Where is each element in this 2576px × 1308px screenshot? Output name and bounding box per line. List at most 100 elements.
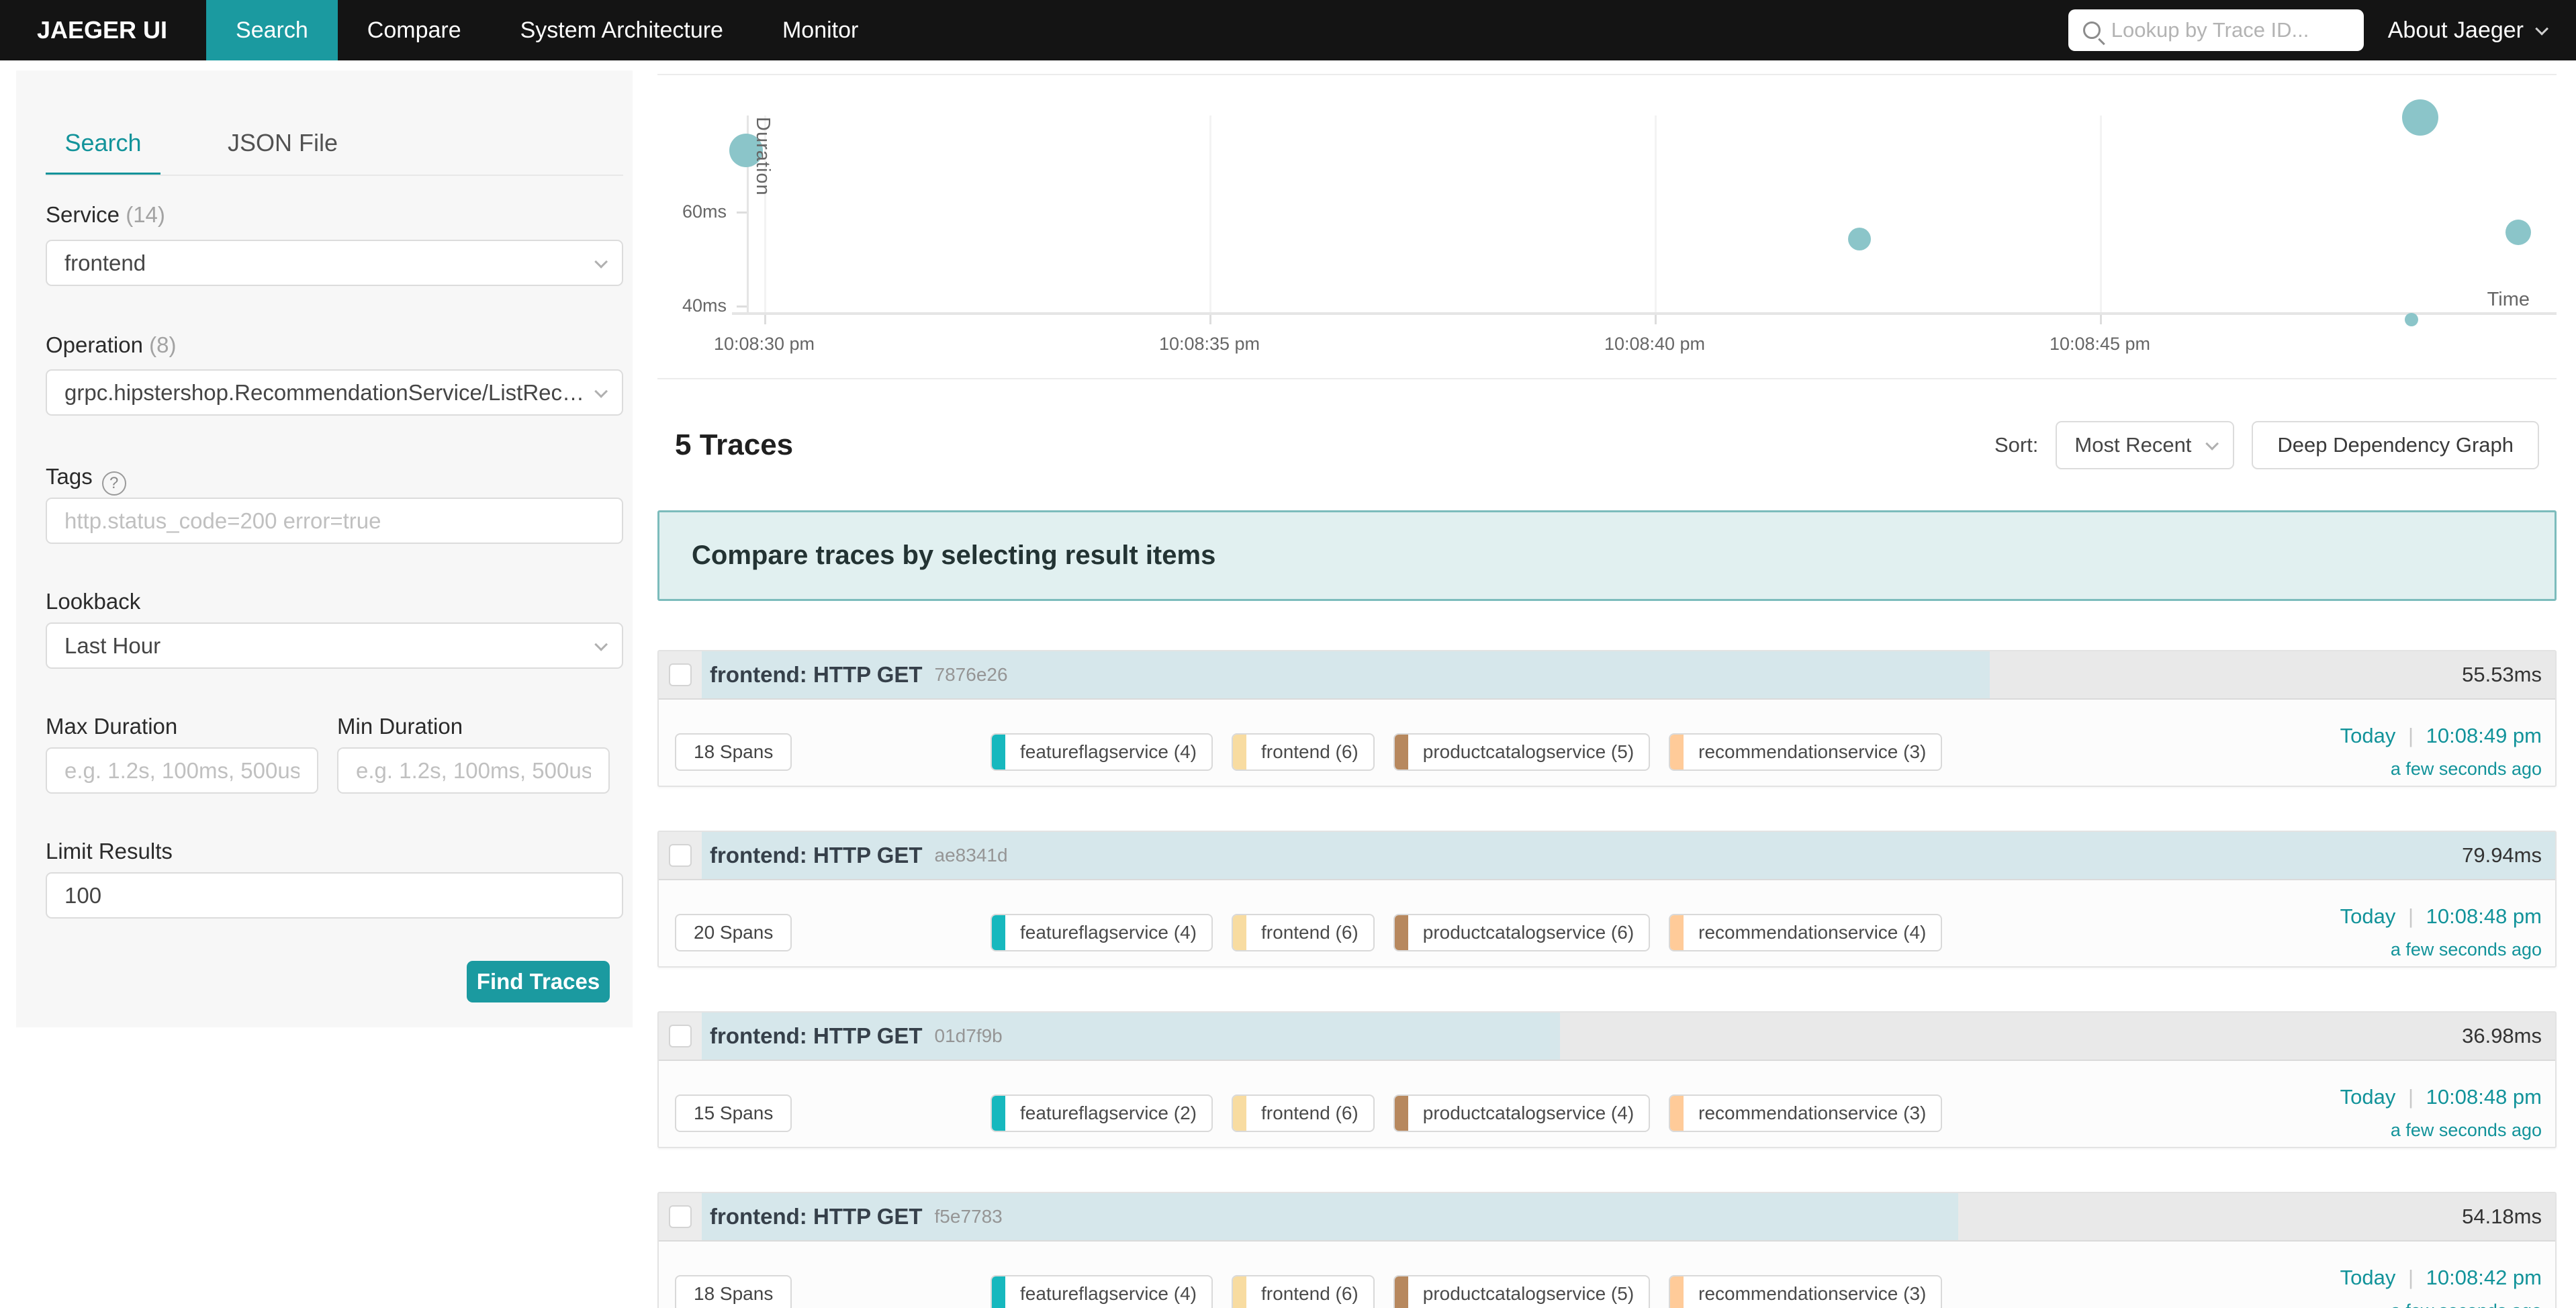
trace-select-checkbox[interactable] xyxy=(669,844,692,867)
trace-scatter-point[interactable] xyxy=(2402,99,2438,136)
results-header: 5 Traces Sort: Most Recent Deep Dependen… xyxy=(657,379,2557,510)
trace-result-card[interactable]: frontend: HTTP GET 7876e26 55.53ms 18 Sp… xyxy=(657,650,2557,787)
main-nav: Search Compare System Architecture Monit… xyxy=(206,0,888,60)
trace-time-links: Today | 10:08:42 pm a few seconds ago xyxy=(2340,1266,2542,1308)
tags-field xyxy=(46,498,623,544)
trace-date-link[interactable]: Today xyxy=(2340,1266,2396,1289)
trace-count-heading: 5 Traces xyxy=(675,428,793,462)
service-select[interactable]: frontend xyxy=(46,240,623,286)
trace-header[interactable]: frontend: HTTP GET ae8341d 79.94ms xyxy=(659,832,2555,880)
service-color-bar xyxy=(1233,915,1246,950)
chevron-down-icon xyxy=(2535,22,2548,36)
x-axis-title: Time xyxy=(2487,289,2530,311)
trace-select-checkbox[interactable] xyxy=(669,1025,692,1047)
trace-header[interactable]: frontend: HTTP GET 01d7f9b 36.98ms xyxy=(659,1013,2555,1061)
trace-select-checkbox[interactable] xyxy=(669,663,692,686)
service-tag-label: recommendationservice (3) xyxy=(1684,741,1941,763)
operation-select[interactable]: grpc.hipstershop.RecommendationService/L… xyxy=(46,369,623,416)
x-tick xyxy=(1209,315,1211,324)
trace-header[interactable]: frontend: HTTP GET 7876e26 55.53ms xyxy=(659,651,2555,700)
results-area: 60ms 40ms Duration Time 10:08:30 pm10:08… xyxy=(657,74,2557,1308)
about-jaeger-menu[interactable]: About Jaeger xyxy=(2388,17,2545,44)
tab-search[interactable]: Search xyxy=(46,127,160,159)
trace-date-link[interactable]: Today xyxy=(2340,904,2396,928)
chevron-down-icon xyxy=(594,637,608,651)
app-logo[interactable]: JAEGER UI xyxy=(0,0,206,60)
trace-result-card[interactable]: frontend: HTTP GET ae8341d 79.94ms 20 Sp… xyxy=(657,831,2557,968)
tags-input[interactable] xyxy=(64,508,604,534)
trace-relative-time: a few seconds ago xyxy=(2340,1301,2542,1308)
trace-result-card[interactable]: frontend: HTTP GET 01d7f9b 36.98ms 15 Sp… xyxy=(657,1011,2557,1148)
trace-result-card[interactable]: frontend: HTTP GET f5e7783 54.18ms 18 Sp… xyxy=(657,1192,2557,1308)
span-count-chip: 15 Spans xyxy=(675,1094,792,1132)
trace-lookup-input[interactable] xyxy=(2111,18,2340,42)
compare-banner-text: Compare traces by selecting result items xyxy=(692,541,1215,571)
service-tag-label: frontend (6) xyxy=(1246,741,1373,763)
help-icon[interactable]: ? xyxy=(102,471,126,496)
trace-relative-time: a few seconds ago xyxy=(2340,759,2542,780)
trace-header[interactable]: frontend: HTTP GET f5e7783 54.18ms xyxy=(659,1193,2555,1242)
checkbox-strip xyxy=(659,651,702,698)
trace-title[interactable]: frontend: HTTP GET xyxy=(710,662,923,688)
service-color-bar xyxy=(1395,1276,1408,1308)
nav-item-search[interactable]: Search xyxy=(206,0,338,60)
service-color-bar xyxy=(1395,735,1408,769)
chevron-down-icon xyxy=(2206,436,2219,450)
tab-json-file[interactable]: JSON File xyxy=(228,127,338,159)
trace-card-body: 18 Spans featureflagservice (4)frontend … xyxy=(659,700,2555,787)
lookback-label: Lookback xyxy=(46,589,140,614)
trace-time-link[interactable]: 10:08:42 pm xyxy=(2426,1266,2542,1289)
service-color-bar xyxy=(1670,735,1684,769)
deep-dependency-graph-button[interactable]: Deep Dependency Graph xyxy=(2252,421,2539,469)
span-count-chip: 18 Spans xyxy=(675,1275,792,1308)
checkbox-strip xyxy=(659,832,702,879)
trace-date-link[interactable]: Today xyxy=(2340,1085,2396,1109)
separator: | xyxy=(2408,724,2413,747)
operation-label: Operation (8) xyxy=(46,332,176,358)
trace-title[interactable]: frontend: HTTP GET xyxy=(710,843,923,868)
nav-item-monitor[interactable]: Monitor xyxy=(753,0,888,60)
service-tag-label: productcatalogservice (4) xyxy=(1408,1103,1649,1124)
search-sidebar: Search JSON File Service (14) frontend O… xyxy=(16,71,633,1027)
lookback-select[interactable]: Last Hour xyxy=(46,622,623,669)
separator: | xyxy=(2408,1085,2413,1109)
trace-id: ae8341d xyxy=(935,845,1008,866)
chevron-down-icon xyxy=(594,254,608,268)
trace-date-link[interactable]: Today xyxy=(2340,724,2396,747)
sort-select[interactable]: Most Recent xyxy=(2056,421,2234,469)
service-tag-label: featureflagservice (4) xyxy=(1005,922,1211,943)
service-tag-chip: recommendationservice (3) xyxy=(1669,1094,1942,1132)
trace-id: f5e7783 xyxy=(935,1206,1003,1227)
trace-title[interactable]: frontend: HTTP GET xyxy=(710,1204,923,1229)
sort-select-value: Most Recent xyxy=(2074,433,2191,457)
trace-time-link[interactable]: 10:08:49 pm xyxy=(2426,724,2542,747)
trace-select-checkbox[interactable] xyxy=(669,1205,692,1228)
trace-title[interactable]: frontend: HTTP GET xyxy=(710,1023,923,1049)
jaeger-ui-page: JAEGER UI Search Compare System Architec… xyxy=(0,0,2576,1308)
trace-scatter-point[interactable] xyxy=(2505,220,2531,245)
y-axis-title: Duration xyxy=(751,117,774,196)
nav-item-compare[interactable]: Compare xyxy=(338,0,491,60)
trace-time-link[interactable]: 10:08:48 pm xyxy=(2426,1085,2542,1109)
service-tag-label: frontend (6) xyxy=(1246,1283,1373,1305)
trace-scatter-point[interactable] xyxy=(2405,313,2418,326)
trace-time-link[interactable]: 10:08:48 pm xyxy=(2426,904,2542,928)
service-tags: featureflagservice (2)frontend (6)produc… xyxy=(991,1094,1942,1132)
trace-scatter-point[interactable] xyxy=(1848,228,1871,250)
service-color-bar xyxy=(992,915,1005,950)
limit-results-input[interactable] xyxy=(64,883,604,908)
service-color-bar xyxy=(1670,915,1684,950)
service-tag-chip: productcatalogservice (4) xyxy=(1393,1094,1650,1132)
max-duration-input[interactable] xyxy=(64,758,300,784)
service-color-bar xyxy=(1233,1276,1246,1308)
service-label: Service (14) xyxy=(46,202,165,228)
limit-results-label: Limit Results xyxy=(46,839,173,864)
service-color-bar xyxy=(992,735,1005,769)
service-tag-label: featureflagservice (4) xyxy=(1005,741,1211,763)
find-traces-button[interactable]: Find Traces xyxy=(467,961,610,1002)
nav-item-system-architecture[interactable]: System Architecture xyxy=(491,0,753,60)
x-gridline xyxy=(1209,115,1211,312)
min-duration-input[interactable] xyxy=(356,758,591,784)
service-tag-chip: frontend (6) xyxy=(1232,914,1375,951)
y-tick-label: 40ms xyxy=(666,295,727,316)
